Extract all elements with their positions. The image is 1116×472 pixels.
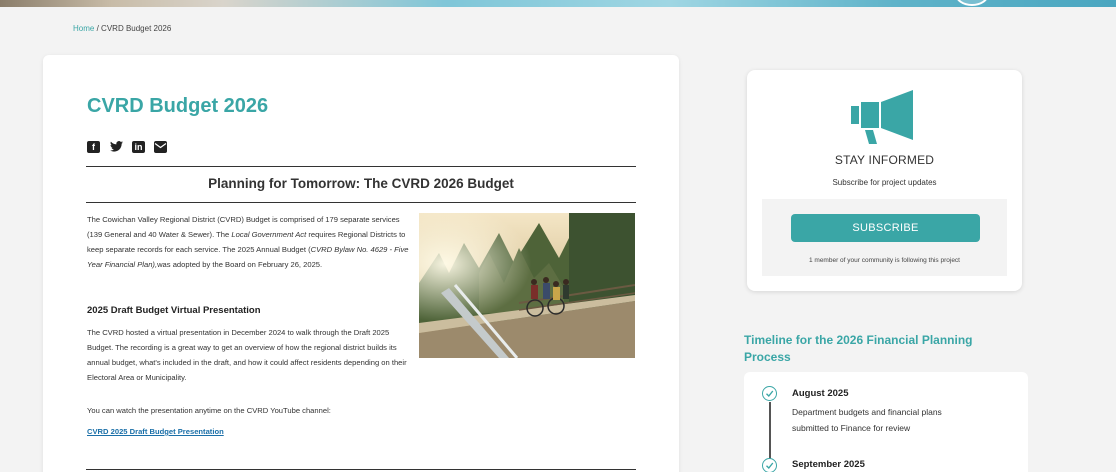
section-subtitle: Planning for Tomorrow: The CVRD 2026 Bud…: [208, 176, 514, 191]
timeline-title: Timeline for the 2026 Financial Planning…: [744, 333, 973, 364]
divider-bottom: [86, 469, 636, 470]
email-icon[interactable]: [154, 141, 167, 153]
check-circle-icon: [762, 458, 777, 472]
timeline-item-month: August 2025: [792, 388, 849, 399]
linkedin-icon[interactable]: in: [132, 141, 145, 153]
intro-text-c: was adopted by the Board on February 26,…: [157, 260, 323, 269]
breadcrumb-home-link[interactable]: Home: [73, 24, 94, 33]
subscribe-note: Subscribe for project updates: [832, 178, 937, 187]
share-bar: f in: [87, 141, 167, 153]
intro-paragraph: The Cowichan Valley Regional District (C…: [87, 212, 409, 272]
timeline-connector: [769, 402, 771, 464]
check-circle-icon: [762, 386, 777, 401]
banner-decoration: [955, 0, 989, 6]
presentation-paragraph: The CVRD hosted a virtual presentation i…: [87, 328, 407, 382]
breadcrumb-separator: /: [96, 24, 99, 33]
divider-top: [86, 166, 636, 167]
hero-banner-strip: [0, 0, 1116, 7]
presentation-heading: 2025 Draft Budget Virtual Presentation: [87, 305, 261, 316]
subscribe-button[interactable]: SUBSCRIBE: [791, 214, 980, 242]
page-title: CVRD Budget 2026: [87, 95, 269, 117]
follower-count: 1 member of your community is following …: [808, 257, 960, 264]
facebook-icon[interactable]: f: [87, 141, 100, 153]
divider-mid: [86, 202, 636, 203]
timeline-item-description: Department budgets and financial plans s…: [792, 407, 942, 433]
twitter-icon[interactable]: [109, 141, 123, 153]
megaphone-icon: [849, 88, 915, 146]
presentation-link[interactable]: CVRD 2025 Draft Budget Presentation: [87, 427, 224, 436]
intro-text-em: Local Government Act: [231, 230, 307, 239]
trestle-bridge-photo: [419, 213, 635, 358]
breadcrumb: Home / CVRD Budget 2026: [73, 24, 171, 33]
timeline-item-month: September 2025: [792, 459, 865, 470]
breadcrumb-current: CVRD Budget 2026: [101, 24, 172, 33]
stay-informed-heading: STAY INFORMED: [834, 153, 935, 167]
youtube-note: You can watch the presentation anytime o…: [87, 406, 331, 415]
